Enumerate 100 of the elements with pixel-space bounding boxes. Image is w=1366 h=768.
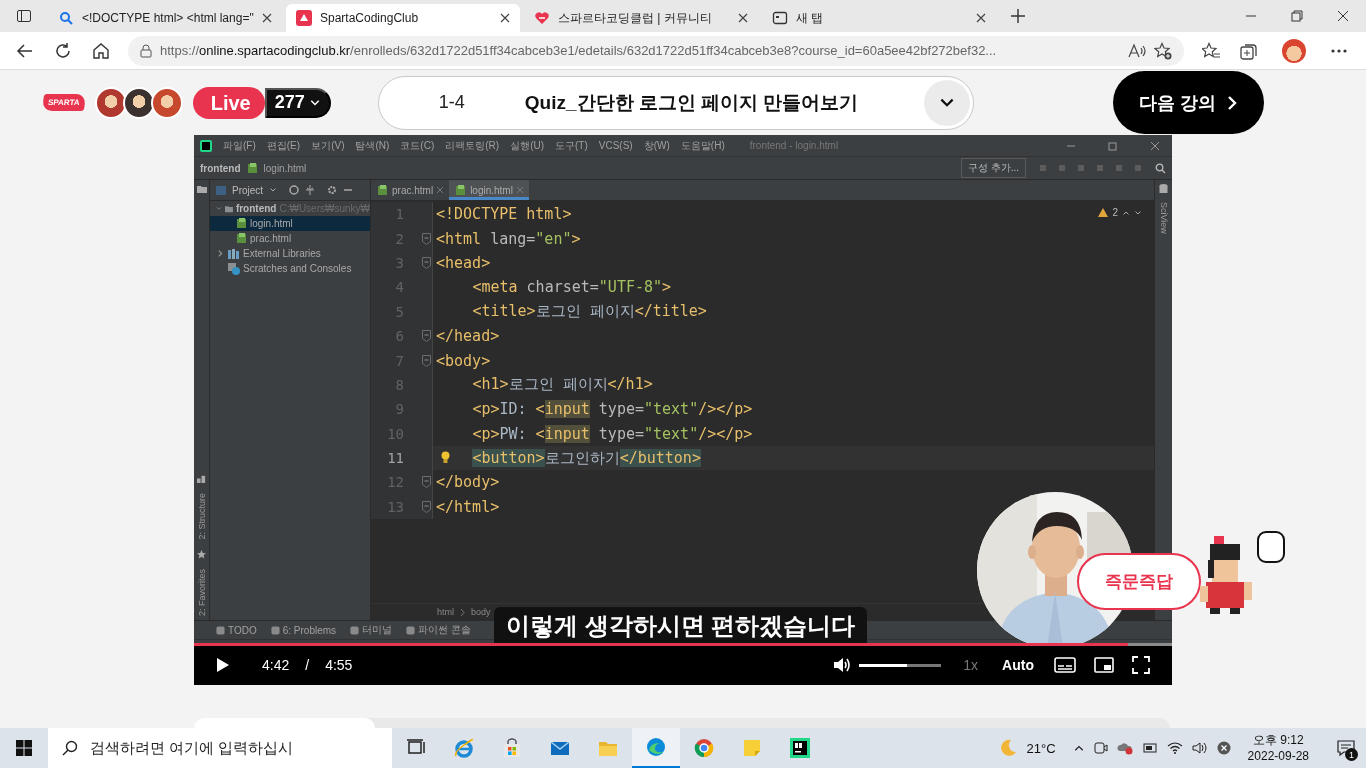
menu-item[interactable]: 편집(E) — [266, 138, 301, 153]
tree-item[interactable]: prac.html — [210, 231, 370, 246]
windows-start-icon[interactable] — [16, 740, 32, 756]
edge-icon — [646, 737, 666, 757]
more-icon[interactable] — [1330, 47, 1348, 54]
wifi-icon[interactable] — [1166, 742, 1183, 754]
fold-marker-icon[interactable] — [422, 330, 431, 343]
add-favorite-icon[interactable] — [1154, 41, 1172, 60]
search-icon — [62, 740, 78, 756]
cloud-error-icon[interactable] — [1116, 741, 1133, 755]
menu-item[interactable]: 도구(T) — [555, 138, 588, 153]
tool-window-tab[interactable]: 2: Structure — [196, 493, 207, 540]
star-icon[interactable] — [197, 549, 206, 559]
profile-avatar[interactable] — [1282, 38, 1306, 63]
menu-item[interactable]: 리팩토링(R) — [445, 138, 500, 153]
locate-icon[interactable] — [289, 185, 300, 195]
add-configuration-button[interactable]: 구성 추가... — [960, 158, 1026, 178]
close-icon[interactable] — [976, 13, 986, 23]
code-line: <!DOCTYPE html> — [436, 205, 572, 224]
quality-label[interactable]: Auto — [1002, 657, 1034, 673]
structure-icon[interactable] — [197, 474, 206, 484]
fold-marker-icon[interactable] — [422, 476, 431, 489]
search-icon[interactable] — [1155, 162, 1166, 174]
html-file-icon — [236, 233, 247, 244]
close-icon[interactable] — [738, 13, 748, 23]
menu-item[interactable]: 창(W) — [643, 138, 670, 153]
editor-tab[interactable]: login.html — [449, 180, 529, 200]
tree-item[interactable]: Scratches and Consoles — [210, 261, 370, 276]
home-icon[interactable] — [92, 41, 110, 60]
menu-item[interactable]: 보기(V) — [311, 138, 345, 153]
tool-window-tab[interactable]: 터미널 — [350, 623, 393, 637]
fullscreen-icon[interactable] — [1132, 656, 1150, 674]
chevron-down-icon[interactable] — [1134, 208, 1142, 217]
viewer-avatar — [150, 86, 183, 119]
menu-item[interactable]: VCS(S) — [598, 140, 633, 151]
menu-item[interactable]: 실행(U) — [510, 138, 545, 153]
tool-window-tab[interactable]: TODO — [216, 624, 257, 636]
menu-item[interactable]: 코드(C) — [400, 138, 435, 153]
lesson-selector[interactable]: 1-4 Quiz_간단한 로그인 페이지 만들어보기 — [377, 75, 974, 130]
sidebar-toggle-icon[interactable] — [16, 8, 32, 24]
project-tool-icon[interactable] — [196, 184, 207, 194]
breadcrumb[interactable]: body — [471, 607, 491, 617]
read-aloud-icon[interactable] — [1128, 42, 1146, 59]
browser-tab[interactable]: 스파르타코딩클럽 | 커뮤니티 — [524, 4, 758, 32]
back-icon[interactable] — [16, 41, 34, 60]
logo: SPARTA — [41, 94, 86, 111]
browser-tab[interactable]: SpartaCodingClub — [286, 4, 520, 32]
menu-item[interactable]: 탐색(N) — [355, 138, 390, 153]
close-circle-icon[interactable] — [1216, 741, 1231, 755]
close-icon[interactable] — [1337, 10, 1349, 22]
database-icon[interactable] — [1159, 184, 1168, 194]
reload-icon[interactable] — [54, 41, 72, 60]
restore-icon[interactable] — [1108, 140, 1118, 151]
viewer-avatar — [94, 86, 127, 119]
tool-window-tab[interactable]: 6: Problems — [270, 624, 337, 636]
browser-tab[interactable]: <!DOCTYPE html> <html lang=" — [48, 4, 282, 32]
close-icon[interactable] — [500, 13, 510, 23]
fold-marker-icon[interactable] — [422, 232, 431, 245]
editor-tab[interactable]: prac.html — [371, 180, 450, 200]
close-icon[interactable] — [262, 13, 272, 23]
search-field[interactable]: 검색하려면 여기에 입력하십시 — [48, 728, 392, 768]
tool-window-tab[interactable]: 2: Favorites — [196, 568, 207, 616]
collapse-icon[interactable] — [305, 185, 316, 195]
library-icon — [228, 248, 240, 259]
camera-icon[interactable] — [1093, 741, 1108, 755]
new-tab-plus-icon[interactable] — [1010, 8, 1026, 24]
fold-marker-icon[interactable] — [422, 500, 431, 513]
speaker-icon[interactable] — [1191, 741, 1208, 755]
fold-marker-icon[interactable] — [422, 354, 431, 367]
restore-icon[interactable] — [1291, 10, 1303, 22]
time-separator: / — [305, 657, 310, 673]
tree-item[interactable]: login.html — [210, 216, 370, 231]
viewer-count[interactable]: 277 — [264, 87, 331, 118]
address-field[interactable]: https://online.spartacodingclub.kr/enrolleds/632d1722d51ff34cabceb3e1/edetails/632d1722d51ff34cabceb3e8?course_id=60a5ee42bf272bef32... — [128, 35, 1184, 66]
menu-item[interactable]: 파일(F) — [223, 138, 256, 153]
chevron-down-icon[interactable] — [269, 186, 278, 194]
breadcrumb[interactable]: html — [437, 607, 454, 617]
next-lesson-button[interactable]: 다음 강의 — [1113, 71, 1264, 134]
lightbulb-icon[interactable] — [441, 450, 450, 464]
fold-marker-icon[interactable] — [422, 256, 431, 269]
picture-in-picture-icon[interactable] — [1094, 657, 1114, 673]
volume-icon[interactable] — [833, 657, 852, 673]
tool-window-tab[interactable]: SciView — [1158, 202, 1169, 234]
favorites-icon[interactable] — [1202, 41, 1220, 60]
menu-item[interactable]: 도움말(H) — [680, 138, 725, 153]
speed-label[interactable]: 1x — [963, 657, 979, 673]
tool-window-tab[interactable]: 파이썬 콘솔 — [406, 623, 471, 637]
settings-icon[interactable] — [327, 185, 338, 195]
collections-icon[interactable] — [1240, 41, 1258, 60]
clock[interactable]: 오후 9:12 2022-09-28 — [1247, 732, 1309, 764]
play-icon[interactable] — [216, 657, 230, 673]
qa-button[interactable]: 즉문즉답 — [1077, 553, 1201, 610]
subtitles-icon[interactable] — [1054, 657, 1076, 673]
tree-item[interactable]: External Libraries — [210, 246, 370, 261]
volume-slider[interactable] — [859, 663, 942, 667]
notification-button[interactable]: 1 — [1326, 728, 1366, 768]
browser-tab[interactable]: 새 탭 — [762, 4, 996, 32]
chevron-right-icon[interactable] — [216, 249, 225, 258]
battery-icon[interactable] — [1141, 742, 1158, 754]
pycharm-icon — [790, 738, 810, 758]
